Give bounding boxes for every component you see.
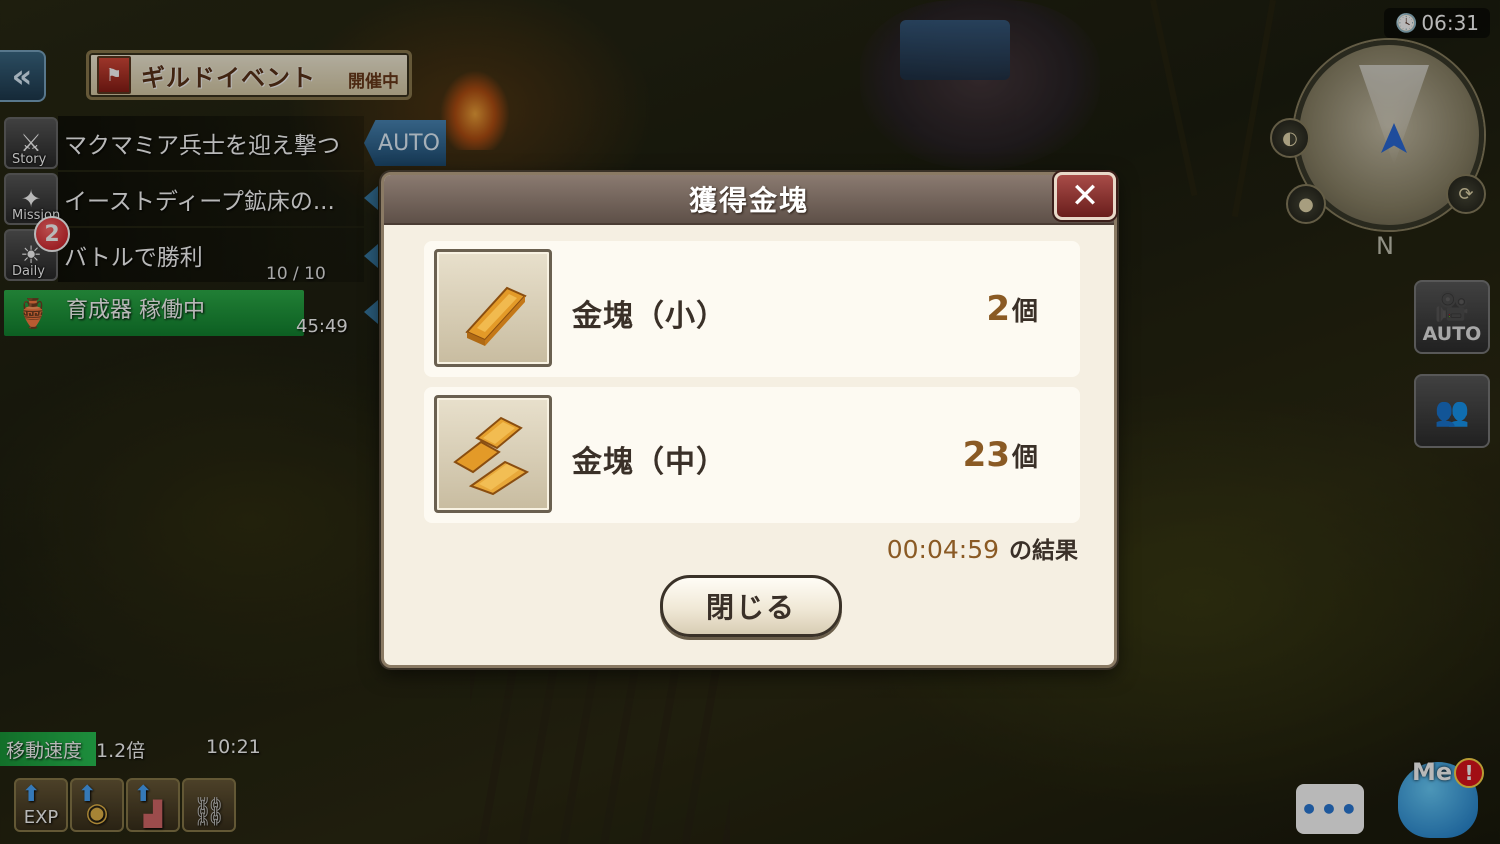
gold-reward-dialog: 獲得金塊 金塊（小） 2個 金塊（中） 23 個 00:04:59 の結果 閉じ…: [381, 172, 1117, 668]
reward-item-row: 金塊（小） 2個: [424, 241, 1080, 377]
elapsed-result: 00:04:59 の結果: [887, 531, 1078, 565]
close-icon: ✕: [1070, 176, 1100, 216]
gold-bar-medium-icon: [434, 395, 552, 513]
reward-item-row: 金塊（中） 23 個: [424, 387, 1080, 523]
dialog-header: 獲得金塊: [384, 175, 1114, 225]
reward-item-name: 金塊（小）: [572, 299, 727, 334]
elapsed-suffix: の結果: [1009, 538, 1078, 564]
elapsed-time: 00:04:59: [886, 535, 999, 564]
reward-item-name: 金塊（中）: [572, 445, 727, 480]
reward-item-count: 2個: [986, 289, 1038, 329]
close-button[interactable]: 閉じる: [660, 575, 842, 637]
gold-bar-small-icon: [434, 249, 552, 367]
reward-item-count: 23 個: [962, 435, 1038, 475]
dialog-close-x-button[interactable]: ✕: [1054, 172, 1116, 220]
dialog-title: 獲得金塊: [688, 184, 809, 217]
